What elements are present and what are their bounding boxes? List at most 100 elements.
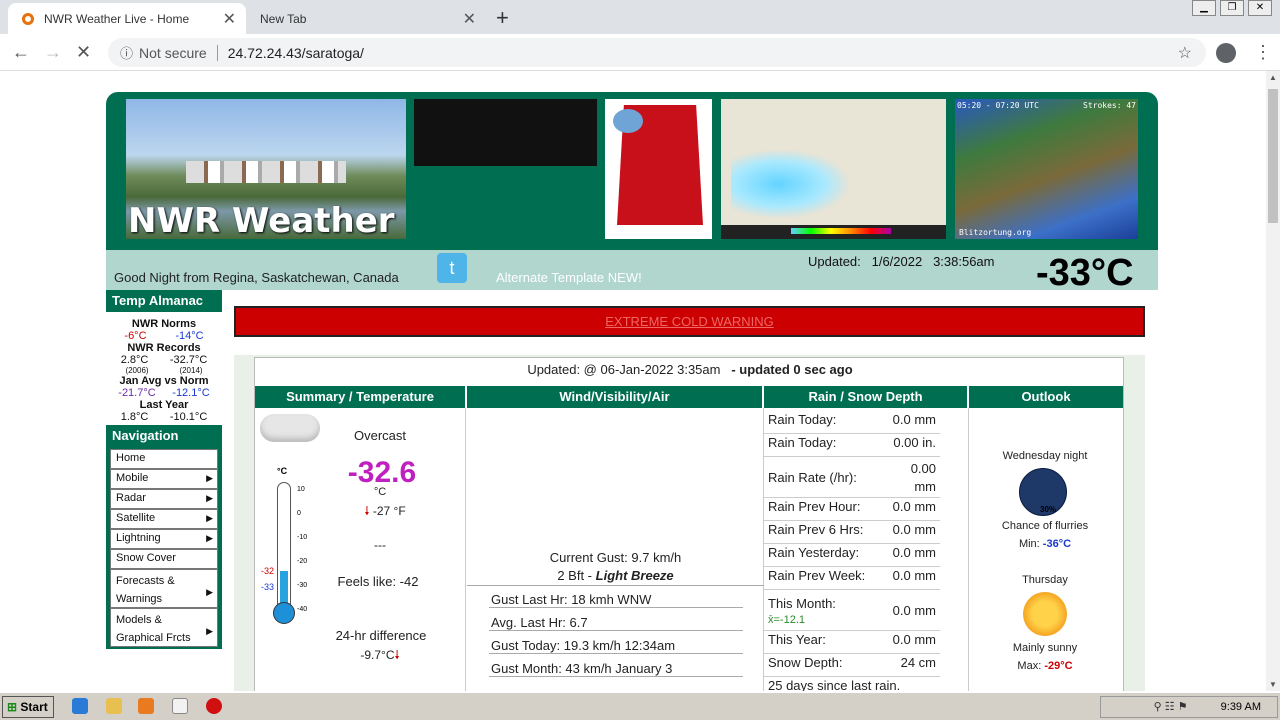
page-scrollbar[interactable]: ▲ ▼ [1266, 71, 1280, 691]
panel-updated-ago: - updated 0 sec ago [731, 362, 853, 377]
close-tab-icon[interactable]: ✕ [223, 9, 236, 29]
radar-map[interactable] [721, 99, 946, 239]
submenu-arrow-icon: ▶ [206, 533, 213, 543]
rain-row: Rain Today: 0.0 mm [764, 412, 940, 434]
close-tab-icon[interactable]: ✕ [463, 9, 476, 29]
webcam-placeholder[interactable] [414, 99, 597, 166]
submenu-arrow-icon: ▶ [206, 513, 213, 523]
page-viewport: NWR Weather 05:20 - 07:20 UTC Strokes: 4… [0, 71, 1266, 691]
rain-value: 0.0 mm [892, 522, 936, 537]
nav-lightning[interactable]: Lightning ▶ [110, 529, 218, 549]
radar-echo [731, 149, 851, 219]
thermometer-icon [277, 482, 291, 612]
browser-toolbar: ← → ✕ ⓘ Not secure 24.72.24.43/saratoga/… [0, 34, 1280, 71]
rain-value: 0.0 mm [892, 568, 936, 583]
lightning-map[interactable]: 05:20 - 07:20 UTC Strokes: 47 Blitzortun… [955, 99, 1138, 239]
bookmark-star-icon[interactable]: ☆ [1178, 43, 1192, 63]
left-sidebar: Temp Almanac NWR Norms -6°C -14°C NWR Re… [106, 290, 222, 691]
lake-shape [613, 109, 643, 133]
sunny-icon [1023, 592, 1067, 636]
condition-text: Overcast [353, 428, 406, 443]
outlook-temp-1: Min: -36°C [969, 538, 1121, 550]
scroll-thumb[interactable] [1268, 89, 1278, 223]
diff-value-row: -9.7°C🠗 [335, 646, 425, 667]
profile-avatar-icon[interactable] [1216, 43, 1236, 63]
minimize-icon[interactable]: ▁ [1192, 0, 1216, 16]
tab-title: NWR Weather Live - Home [44, 11, 190, 26]
url-text[interactable]: 24.72.24.43/saratoga/ [228, 45, 364, 61]
forward-arrow-icon[interactable]: → [44, 42, 62, 63]
cold-warning-banner[interactable]: EXTREME COLD WARNING [234, 306, 1145, 337]
updated-date: 1/6/2022 [871, 254, 923, 269]
record-low: -32.7°C [169, 354, 208, 366]
address-bar[interactable]: ⓘ Not secure 24.72.24.43/saratoga/ ☆ [108, 38, 1206, 67]
restore-icon[interactable]: ❐ [1220, 0, 1244, 16]
nav-label: Satellite [116, 512, 156, 524]
browser-tab-strip: NWR Weather Live - Home ✕ New Tab ✕ + ▁ … [0, 0, 1280, 34]
divider [216, 44, 218, 61]
panel-updated-time: Updated: @ 06-Jan-2022 3:35am [527, 362, 721, 377]
chrome-taskbar-icon[interactable] [172, 698, 188, 714]
temp-f-value: -27 °F [372, 504, 406, 518]
kebab-menu-icon[interactable]: ⋮ [1254, 42, 1272, 63]
norm-high: -6°C [124, 330, 147, 342]
lightning-strokes: Strokes: 47 [1083, 101, 1136, 110]
summary-dashes: --- [374, 538, 386, 552]
file-explorer-icon[interactable] [106, 698, 122, 714]
tray-icons[interactable]: ⚲ ☷ ⚑ [1154, 701, 1188, 713]
start-button[interactable]: ⊞ Start [2, 696, 54, 718]
min-label: Min: [1018, 538, 1040, 550]
nav-home[interactable]: Home [110, 449, 218, 469]
nav-snow-cover[interactable]: Snow Cover [110, 549, 218, 569]
rain-row: This Year: 0.0 mm [764, 632, 940, 654]
warning-map[interactable] [605, 99, 712, 239]
nav-label: Models & Graphical Frcts [116, 614, 191, 644]
norm-low: -14°C [175, 330, 204, 342]
close-window-icon[interactable]: ✕ [1248, 0, 1272, 16]
internet-explorer-icon[interactable] [72, 698, 88, 714]
panel-updated: Updated: @ 06-Jan-2022 3:35am - updated … [255, 362, 1125, 377]
thermometer-bulb [273, 602, 295, 624]
rain-value: 0.0 mm [892, 545, 936, 560]
main-content: EXTREME COLD WARNING Updated: @ 06-Jan-2… [222, 290, 1158, 691]
scroll-up-icon[interactable]: ▲ [1269, 73, 1277, 82]
nav-models[interactable]: Models & Graphical Frcts ▶ [110, 608, 218, 647]
outlook-desc-1: Chance of flurries [1001, 520, 1089, 532]
back-arrow-icon[interactable]: ← [12, 42, 30, 63]
record-high-year: (2006) [125, 366, 149, 375]
rain-label: Rain Today: [768, 435, 837, 450]
info-icon[interactable]: ⓘ [120, 43, 133, 62]
houses-image [186, 161, 346, 183]
col-header-outlook: Outlook [969, 386, 1123, 408]
since-rain: 25 days since last rain. [768, 678, 901, 691]
radar-legend [721, 225, 946, 239]
nav-radar[interactable]: Radar ▶ [110, 489, 218, 509]
last-year-row: 1.8°C -10.1°C [110, 411, 218, 423]
stop-loading-icon[interactable]: ✕ [76, 42, 91, 63]
clock[interactable]: 9:39 AM [1221, 701, 1261, 713]
nav-mobile[interactable]: Mobile ▶ [110, 469, 218, 489]
summary-temp: -32.6 [347, 456, 417, 489]
scroll-down-icon[interactable]: ▼ [1269, 680, 1277, 689]
min-temp: -36°C [1042, 538, 1072, 550]
media-player-icon[interactable] [138, 698, 154, 714]
twitter-icon[interactable]: t [437, 253, 467, 283]
month-avg-note: x̄=-12.1 [768, 613, 805, 626]
rain-label: Rain Rate (/hr): [768, 470, 857, 485]
records-row: 2.8°C -32.7°C [110, 354, 218, 366]
tab-nwr-weather[interactable]: NWR Weather Live - Home ✕ [8, 3, 246, 34]
windows-logo-icon: ⊞ [7, 700, 18, 714]
alternate-template-link[interactable]: Alternate Template NEW! [496, 270, 642, 285]
rain-value: 0.00 mm [910, 460, 936, 494]
outlook-column: Wednesday night 30% Chance of flurries M… [969, 408, 1123, 691]
pop-percent: 30% [1040, 505, 1057, 514]
nav-forecasts[interactable]: Forecasts & Warnings ▶ [110, 569, 218, 608]
beaufort: 2 Bft - Light Breeze [467, 568, 764, 586]
outlook-period-2: Thursday [1022, 574, 1068, 586]
new-tab-button[interactable]: + [496, 5, 509, 31]
security-app-icon[interactable] [206, 698, 222, 714]
rain-row: Rain Today: 0.00 in. [764, 435, 940, 457]
nav-satellite[interactable]: Satellite ▶ [110, 509, 218, 529]
system-tray: ⚲ ☷ ⚑ 9:39 AM [1100, 696, 1278, 718]
tab-new-tab[interactable]: New Tab ✕ [246, 3, 486, 34]
